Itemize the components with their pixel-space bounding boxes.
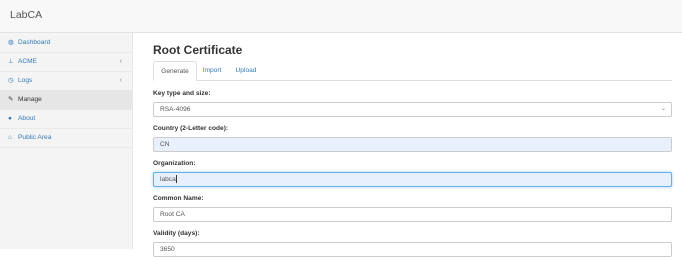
organization-label: Organization: [153, 160, 196, 167]
sitemap-icon: ⊥ [8, 58, 14, 65]
sidebar-item-label: Public Area [18, 134, 52, 141]
validity-input[interactable]: 3650 [153, 242, 672, 257]
common-name-label: Common Name: [153, 195, 204, 202]
sidebar-item-dashboard[interactable]: ◍ Dashboard [0, 33, 132, 53]
organization-value: labca [160, 176, 176, 183]
organization-input[interactable]: labca [153, 172, 672, 187]
main-content: Root Certificate Generate Import Upload … [133, 33, 682, 257]
sidebar: ◍ Dashboard ⊥ ACME ‹ ◷ Logs ‹ ✎ Manage ● Abou… [0, 33, 133, 249]
validity-value: 3650 [160, 246, 175, 253]
wrench-icon: ✎ [8, 96, 14, 103]
top-navbar: LabCA [0, 0, 682, 33]
sidebar-item-about[interactable]: ● About [0, 109, 132, 129]
home-icon: ⌂ [8, 134, 12, 141]
tab-generate[interactable]: Generate [153, 61, 197, 81]
country-value: CN [160, 141, 170, 148]
key-type-select[interactable]: RSA-4096 ⌄ [153, 102, 672, 117]
key-type-value: RSA-4096 [160, 106, 191, 113]
sidebar-item-label: About [18, 115, 36, 122]
sidebar-item-label: Manage [18, 96, 42, 103]
tab-upload[interactable]: Upload [229, 61, 263, 80]
sidebar-item-manage[interactable]: ✎ Manage [0, 90, 132, 110]
tab-import[interactable]: Import [197, 61, 227, 80]
sidebar-item-logs[interactable]: ◷ Logs ‹ [0, 71, 132, 91]
chevron-left-icon: ‹ [119, 58, 122, 65]
tab-bar: Generate Import Upload [153, 61, 672, 81]
sidebar-item-acme[interactable]: ⊥ ACME ‹ [0, 52, 132, 72]
chevron-down-icon: ⌄ [660, 106, 666, 112]
chevron-left-icon: ‹ [119, 77, 122, 84]
text-caret [175, 175, 177, 184]
sidebar-item-label: Dashboard [18, 39, 51, 46]
country-label: Country (2-Letter code): [153, 125, 229, 132]
app-brand[interactable]: LabCA [10, 9, 42, 21]
common-name-value: Root CA [160, 211, 185, 218]
page-title: Root Certificate [153, 43, 243, 57]
comment-icon: ● [8, 115, 12, 122]
validity-label: Validity (days): [153, 230, 200, 237]
logs-icon: ◷ [8, 77, 14, 84]
sidebar-item-label: ACME [18, 58, 38, 65]
country-input[interactable]: CN [153, 137, 672, 152]
dashboard-icon: ◍ [8, 39, 14, 46]
common-name-input[interactable]: Root CA [153, 207, 672, 222]
sidebar-item-public-area[interactable]: ⌂ Public Area [0, 128, 132, 148]
key-type-label: Key type and size: [153, 90, 211, 97]
sidebar-item-label: Logs [18, 77, 33, 84]
